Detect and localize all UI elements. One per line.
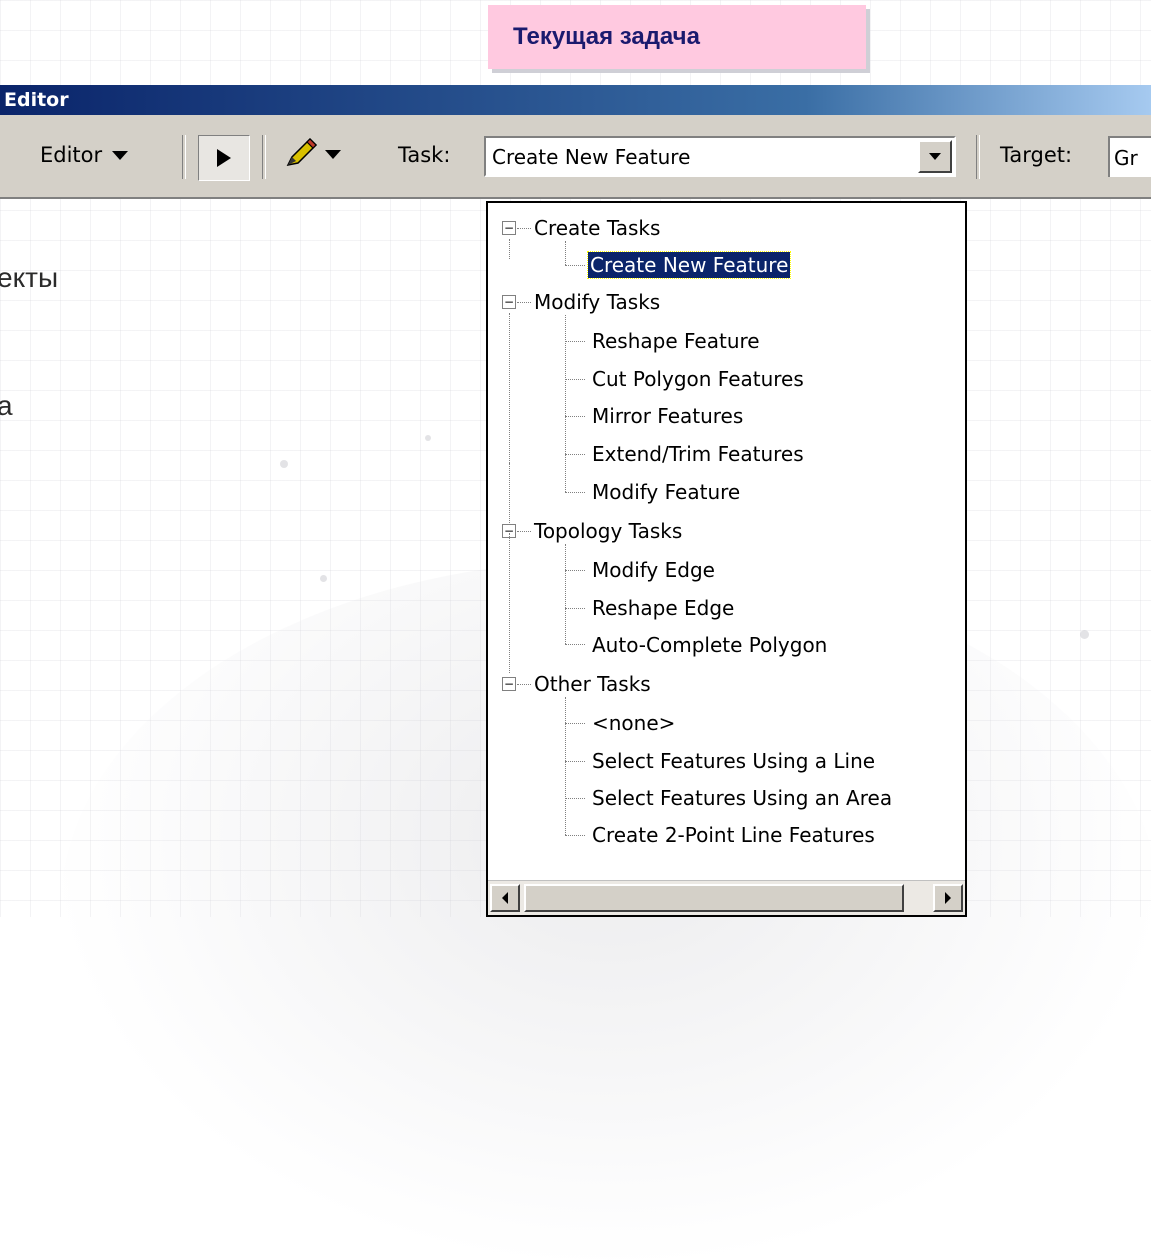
slide-title: Текущая задача [488, 5, 866, 69]
tree-item-row[interactable]: Modify Feature [592, 473, 740, 511]
toolbar-separator [182, 135, 186, 179]
chevron-down-icon [112, 150, 129, 160]
tree-item-row[interactable]: Select Features Using an Area [592, 779, 892, 817]
tree-connector [565, 241, 566, 265]
task-combobox-value: Create New Feature [492, 144, 691, 169]
tree-item-label: Select Features Using a Line [592, 749, 876, 773]
tree-item-label: Modify Feature [592, 480, 741, 504]
sketch-tool-button[interactable] [282, 135, 320, 173]
pointer-arrow-icon [217, 149, 231, 167]
tree-connector [565, 608, 585, 609]
tree-connector [565, 416, 585, 417]
sketch-tool-dropdown[interactable] [325, 150, 341, 159]
editor-menu-label: Editor [40, 143, 103, 167]
arrow-right-icon [945, 892, 951, 904]
pencil-icon [286, 137, 318, 167]
tree-connector [565, 723, 585, 724]
edit-tool-button[interactable] [198, 135, 250, 181]
tree-item-label: Create 2-Point Line Features [592, 823, 875, 847]
tree-item-row[interactable]: Select Features Using a Line [592, 742, 875, 780]
tree-item-label: Reshape Feature [592, 329, 760, 353]
tree-item-row[interactable]: <none> [592, 704, 675, 742]
tree-connector [565, 798, 585, 799]
background-dot [1080, 630, 1089, 639]
tree-item-row[interactable]: Create 2-Point Line Features [592, 816, 875, 854]
tree-connector [509, 463, 510, 533]
tree-item-label: Auto-Complete Polygon [592, 633, 828, 657]
tree-connector [565, 341, 585, 342]
tree-group-label: Modify Tasks [534, 290, 661, 314]
editor-window-title: Editor [0, 85, 1151, 115]
tree-item-label-selected: Create New Feature [586, 251, 792, 279]
chevron-down-icon [929, 153, 941, 160]
tree-connector [565, 697, 566, 835]
tree-item-row[interactable]: Mirror Features [592, 397, 743, 435]
target-combobox-value: Gr [1114, 145, 1138, 170]
background-dot [280, 460, 288, 468]
tree-item-label: Extend/Trim Features [592, 442, 804, 466]
scroll-right-button[interactable] [933, 884, 963, 912]
tree-item-label: Modify Edge [592, 558, 715, 582]
task-combobox[interactable]: Create New Feature [484, 136, 956, 177]
tree-connector [565, 835, 585, 836]
tree-connector [517, 684, 531, 685]
tree-connector [517, 228, 531, 229]
tree-connector [509, 239, 510, 259]
side-text-2: а [0, 390, 13, 421]
tree-item-row[interactable]: Modify Edge [592, 551, 715, 589]
tree-connector [565, 644, 585, 645]
tree-connector [565, 265, 585, 266]
toolbar-separator [262, 135, 266, 179]
tree-item-label: <none> [592, 711, 676, 735]
background-dot [320, 575, 327, 582]
task-dropdown-button[interactable] [918, 140, 952, 173]
tree-item-label: Reshape Edge [592, 596, 735, 620]
tree-connector [509, 533, 510, 673]
horizontal-scrollbar[interactable] [488, 880, 965, 915]
tree-item-row[interactable]: Cut Polygon Features [592, 360, 804, 398]
scrollbar-thumb[interactable] [524, 884, 904, 912]
toolbar-separator [976, 135, 980, 179]
arrow-left-icon [502, 892, 508, 904]
tree-connector [517, 531, 531, 532]
tree-connector [565, 761, 585, 762]
collapse-icon[interactable]: − [502, 221, 516, 235]
editor-toolbar: Editor Task: Create New Feature Target: … [0, 115, 1151, 199]
tree-connector [517, 302, 531, 303]
target-label: Target: [1000, 143, 1073, 167]
tree-item-row[interactable]: Reshape Feature [592, 322, 760, 360]
editor-menu-button[interactable]: Editor [40, 143, 129, 167]
tree-connector [565, 492, 585, 493]
tree-item-label: Mirror Features [592, 404, 744, 428]
tree-item-row[interactable]: Create New Feature [586, 246, 792, 284]
tree-item-row[interactable]: Reshape Edge [592, 589, 734, 627]
tree-group-label: Other Tasks [534, 672, 651, 696]
tree-connector [565, 570, 585, 571]
side-text-1: екты [0, 262, 59, 293]
background-dot [425, 435, 431, 441]
tree-connector [509, 313, 510, 463]
scroll-left-button[interactable] [490, 884, 520, 912]
task-label: Task: [398, 143, 451, 167]
tree-connector [565, 544, 566, 644]
tree-connector [565, 379, 585, 380]
tree-item-label: Cut Polygon Features [592, 367, 804, 391]
collapse-icon[interactable]: − [502, 295, 516, 309]
tree-item-row[interactable]: Auto-Complete Polygon [592, 626, 827, 664]
collapse-icon[interactable]: − [502, 677, 516, 691]
tree-item-label: Select Features Using an Area [592, 786, 893, 810]
chevron-down-icon [325, 150, 341, 159]
tree-connector [565, 454, 585, 455]
tree-group-label: Topology Tasks [534, 519, 683, 543]
target-combobox[interactable]: Gr [1108, 136, 1151, 177]
tree-item-row[interactable]: Extend/Trim Features [592, 435, 804, 473]
task-dropdown-list: − Create Tasks Create New Feature − Modi… [486, 201, 967, 917]
tree-group-label: Create Tasks [534, 216, 661, 240]
